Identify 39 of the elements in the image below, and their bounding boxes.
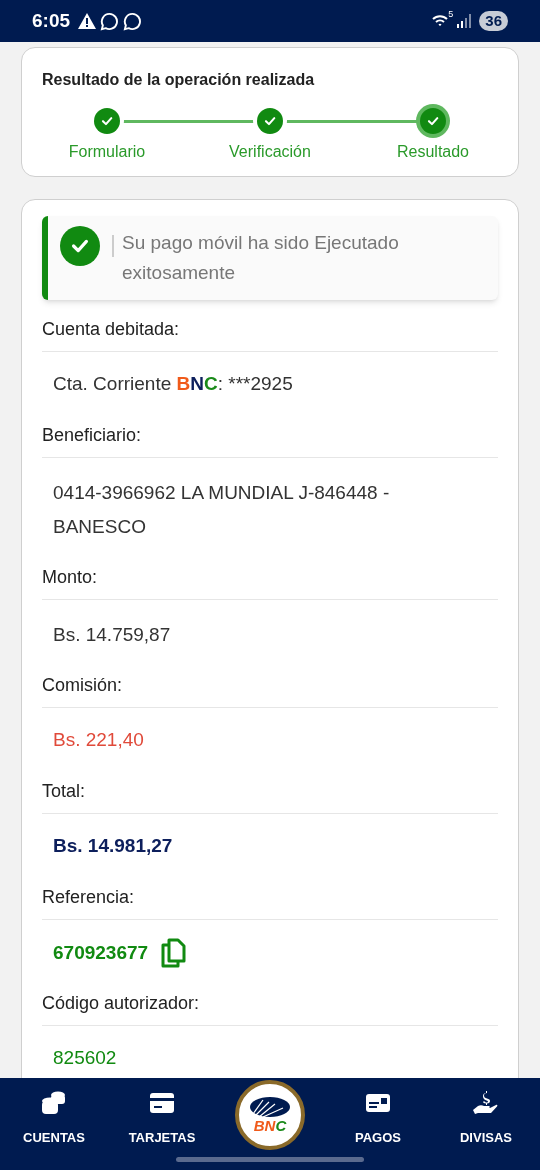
field-label: Monto: <box>42 564 498 600</box>
globe-logo-icon <box>249 1096 291 1118</box>
field-label: Código autorizador: <box>42 990 498 1026</box>
field-value: Bs. 14.981,27 <box>53 834 174 858</box>
logo-text: BNC <box>253 1118 287 1134</box>
success-check-icon <box>60 226 100 266</box>
chat-icon <box>100 11 120 31</box>
alert-message: Su pago móvil ha sido Ejecutado exitosamente <box>122 231 400 285</box>
wifi-icon <box>432 14 449 28</box>
signal-icon <box>457 14 472 28</box>
nav-tab[interactable]: TARJETAS <box>108 1090 216 1148</box>
field-value: Cta. Corriente BNC: ***2925 <box>53 372 294 396</box>
step-label: Formulario <box>68 142 146 162</box>
battery-indicator: 36 <box>479 11 508 31</box>
field-label: Comisión: <box>42 672 498 708</box>
copy-icon[interactable] <box>160 938 187 968</box>
bank-logo-button[interactable]: BNC <box>235 1080 305 1150</box>
nav-tab[interactable]: CUENTAS <box>0 1090 108 1148</box>
nav-tab[interactable]: PAGOS <box>324 1090 432 1148</box>
warning-icon <box>78 13 97 29</box>
field-label: Beneficiario: <box>42 422 498 458</box>
step-label: Resultado <box>396 142 469 162</box>
field-value: 670923677 <box>53 940 149 965</box>
field-value: 0414-3966962 LA MUNDIAL J-846448 - BANESCO <box>53 481 391 539</box>
field-label: Cuenta debitada: <box>42 316 498 352</box>
step-label: Verificación <box>229 142 311 162</box>
dollar-hand-icon <box>472 1090 500 1116</box>
payment-card-icon <box>365 1093 391 1113</box>
field-label: Referencia: <box>42 884 498 920</box>
card-icon <box>149 1092 175 1114</box>
field-value: 825602 <box>53 1046 118 1070</box>
field-value: Bs. 221,40 <box>53 728 145 752</box>
network-generation-label: 5 <box>448 8 454 21</box>
progress-title: Resultado de la operación realizada <box>42 70 316 90</box>
clock: 6:05 <box>32 8 71 33</box>
chat-icon <box>123 11 143 31</box>
field-value: Bs. 14.759,87 <box>53 623 172 647</box>
field-label: Total: <box>42 778 498 814</box>
nav-tab[interactable]: DIVISAS <box>432 1090 540 1148</box>
